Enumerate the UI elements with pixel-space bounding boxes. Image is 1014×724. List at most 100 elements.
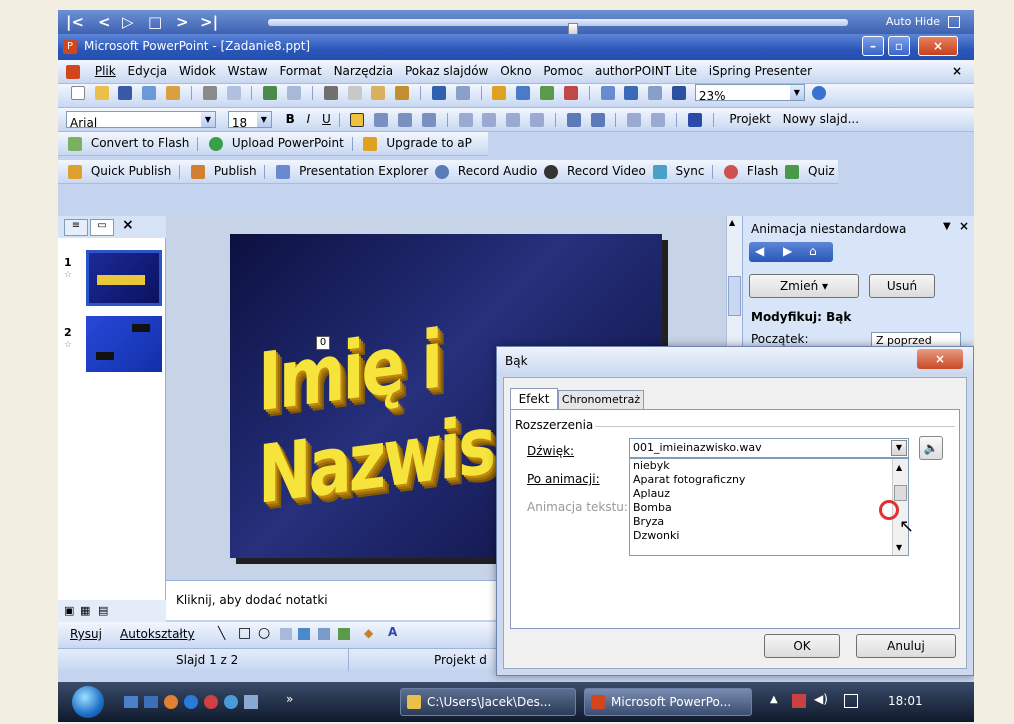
show-desktop-icon[interactable]: [124, 696, 138, 708]
permission-icon[interactable]: [142, 85, 157, 100]
cut-icon[interactable]: [323, 85, 338, 100]
draw-menu[interactable]: Rysuj: [70, 627, 102, 641]
slide-thumbnail-1[interactable]: [86, 250, 162, 306]
line-icon[interactable]: ╲: [218, 626, 225, 640]
new-icon[interactable]: [70, 85, 85, 100]
sound-combo[interactable]: 001_imieinazwisko.wav ▼: [629, 438, 909, 458]
tab-effect[interactable]: Efekt: [510, 388, 558, 410]
scroll-down-icon[interactable]: ▼: [896, 541, 902, 555]
redo-icon[interactable]: [455, 85, 470, 100]
scroll-up-icon[interactable]: ▲: [896, 461, 902, 475]
menu-format[interactable]: Format: [279, 60, 321, 82]
menu-pokaz-slajdow[interactable]: Pokaz slajdów: [405, 60, 488, 82]
quiz-button[interactable]: Quiz: [808, 160, 835, 182]
clipart-icon[interactable]: [338, 628, 350, 640]
new-slide-button[interactable]: Nowy slajd...: [783, 108, 859, 130]
home-icon[interactable]: ⌂: [809, 244, 817, 258]
zoom-combo[interactable]: 23% ▼: [694, 84, 805, 103]
save-icon[interactable]: [118, 85, 133, 100]
fill-color-icon[interactable]: ◆: [364, 626, 373, 640]
font-combo[interactable]: Arial ▼: [66, 111, 216, 130]
menu-wstaw[interactable]: Wstaw: [228, 60, 268, 82]
align-right-icon[interactable]: [398, 112, 413, 127]
chevron-down-icon[interactable]: ▼: [789, 85, 804, 100]
bold-button[interactable]: B: [286, 108, 295, 130]
list-item[interactable]: niebyk: [630, 459, 908, 473]
list-item[interactable]: Aparat fotograficzny: [630, 473, 908, 487]
decrease-indent-icon[interactable]: [627, 112, 642, 127]
slides-tab[interactable]: ▭: [90, 219, 114, 236]
overflow-icon[interactable]: »: [286, 692, 293, 706]
presentation-explorer-button[interactable]: Presentation Explorer: [299, 160, 428, 182]
insert-table-icon[interactable]: [516, 85, 531, 100]
back-icon[interactable]: ◀: [755, 244, 764, 258]
sync-button[interactable]: Sync: [676, 160, 705, 182]
print-preview-icon[interactable]: [226, 85, 241, 100]
publish-button[interactable]: Publish: [214, 160, 257, 182]
scroll-thumb[interactable]: [728, 276, 741, 316]
shrink-font-icon[interactable]: [590, 112, 605, 127]
app-icon[interactable]: [244, 695, 258, 709]
opera-icon[interactable]: [204, 695, 218, 709]
paste-icon[interactable]: [371, 85, 386, 100]
volume-icon[interactable]: ◀): [814, 692, 828, 706]
minimize-button[interactable]: –: [862, 36, 884, 56]
increase-indent-icon[interactable]: [651, 112, 666, 127]
menu-pomoc[interactable]: Pomoc: [543, 60, 583, 82]
line-spacing-icon[interactable]: [482, 112, 497, 127]
spelling-icon[interactable]: [263, 85, 278, 100]
dialog-close-button[interactable]: ×: [917, 349, 963, 369]
tables-borders-icon[interactable]: [540, 85, 555, 100]
list-item[interactable]: Bryza: [630, 515, 908, 529]
chrome-icon[interactable]: [224, 695, 238, 709]
expand-all-icon[interactable]: [600, 85, 615, 100]
ie-icon[interactable]: [184, 695, 198, 709]
open-icon[interactable]: [94, 85, 109, 100]
oval-icon[interactable]: ○: [258, 625, 270, 641]
insert-hyperlink-icon[interactable]: [563, 85, 578, 100]
show-formatting-icon[interactable]: [624, 85, 639, 100]
close-pane-icon[interactable]: ×: [122, 217, 134, 233]
tab-timing[interactable]: Chronometraż: [558, 390, 644, 410]
align-center-icon[interactable]: [374, 112, 389, 127]
copy-icon[interactable]: [347, 85, 362, 100]
close-doc-icon[interactable]: ×: [952, 60, 962, 82]
animation-order-tag[interactable]: 0: [316, 336, 330, 350]
switch-windows-icon[interactable]: [144, 696, 158, 708]
list-item[interactable]: Aplauz: [630, 487, 908, 501]
tray-expand-icon[interactable]: ▲: [770, 694, 778, 705]
change-effect-button[interactable]: Zmień ▾: [749, 274, 859, 298]
seek-track[interactable]: [268, 19, 848, 40]
close-icon[interactable]: ×: [959, 219, 969, 233]
menu-okno[interactable]: Okno: [500, 60, 531, 82]
remove-effect-button[interactable]: Usuń: [869, 274, 935, 298]
start-button[interactable]: [72, 686, 104, 718]
textbox-icon[interactable]: [280, 628, 292, 640]
print-icon[interactable]: [202, 85, 217, 100]
justify-icon[interactable]: [421, 112, 436, 127]
sound-dropdown-list[interactable]: niebyk Aparat fotograficzny Aplauz Bomba…: [629, 458, 909, 556]
list-scroll-thumb[interactable]: [894, 485, 907, 501]
insert-chart-icon[interactable]: [492, 85, 507, 100]
step-back-icon[interactable]: <: [98, 13, 111, 31]
taskbar-explorer-window[interactable]: C:\Users\Jacek\Des...: [400, 688, 576, 716]
underline-button[interactable]: U: [322, 108, 331, 130]
speaker-icon[interactable]: 🔈: [919, 436, 943, 460]
menu-plik[interactable]: Plik: [95, 60, 116, 82]
wordart-icon[interactable]: [298, 628, 310, 640]
upload-button[interactable]: Upload PowerPoint: [232, 132, 344, 154]
scroll-up-icon[interactable]: ▲: [729, 218, 735, 227]
notes-placeholder[interactable]: Kliknij, aby dodać notatki: [176, 593, 328, 607]
menu-authorpoint[interactable]: authorPOINT Lite: [595, 60, 697, 82]
close-button[interactable]: ×: [918, 36, 958, 56]
chevron-down-icon[interactable]: ▼: [256, 112, 271, 127]
outline-tab[interactable]: ≡: [64, 219, 88, 236]
step-forward-icon[interactable]: >: [176, 13, 189, 31]
list-item[interactable]: Bomba: [630, 501, 908, 515]
menu-narzedzia[interactable]: Narzędzia: [334, 60, 394, 82]
forward-icon[interactable]: ▶: [783, 244, 792, 258]
columns-icon[interactable]: [458, 112, 473, 127]
upgrade-button[interactable]: Upgrade to aP: [386, 132, 472, 154]
align-left-icon[interactable]: [350, 112, 365, 127]
tray-flag-icon[interactable]: [792, 694, 806, 708]
